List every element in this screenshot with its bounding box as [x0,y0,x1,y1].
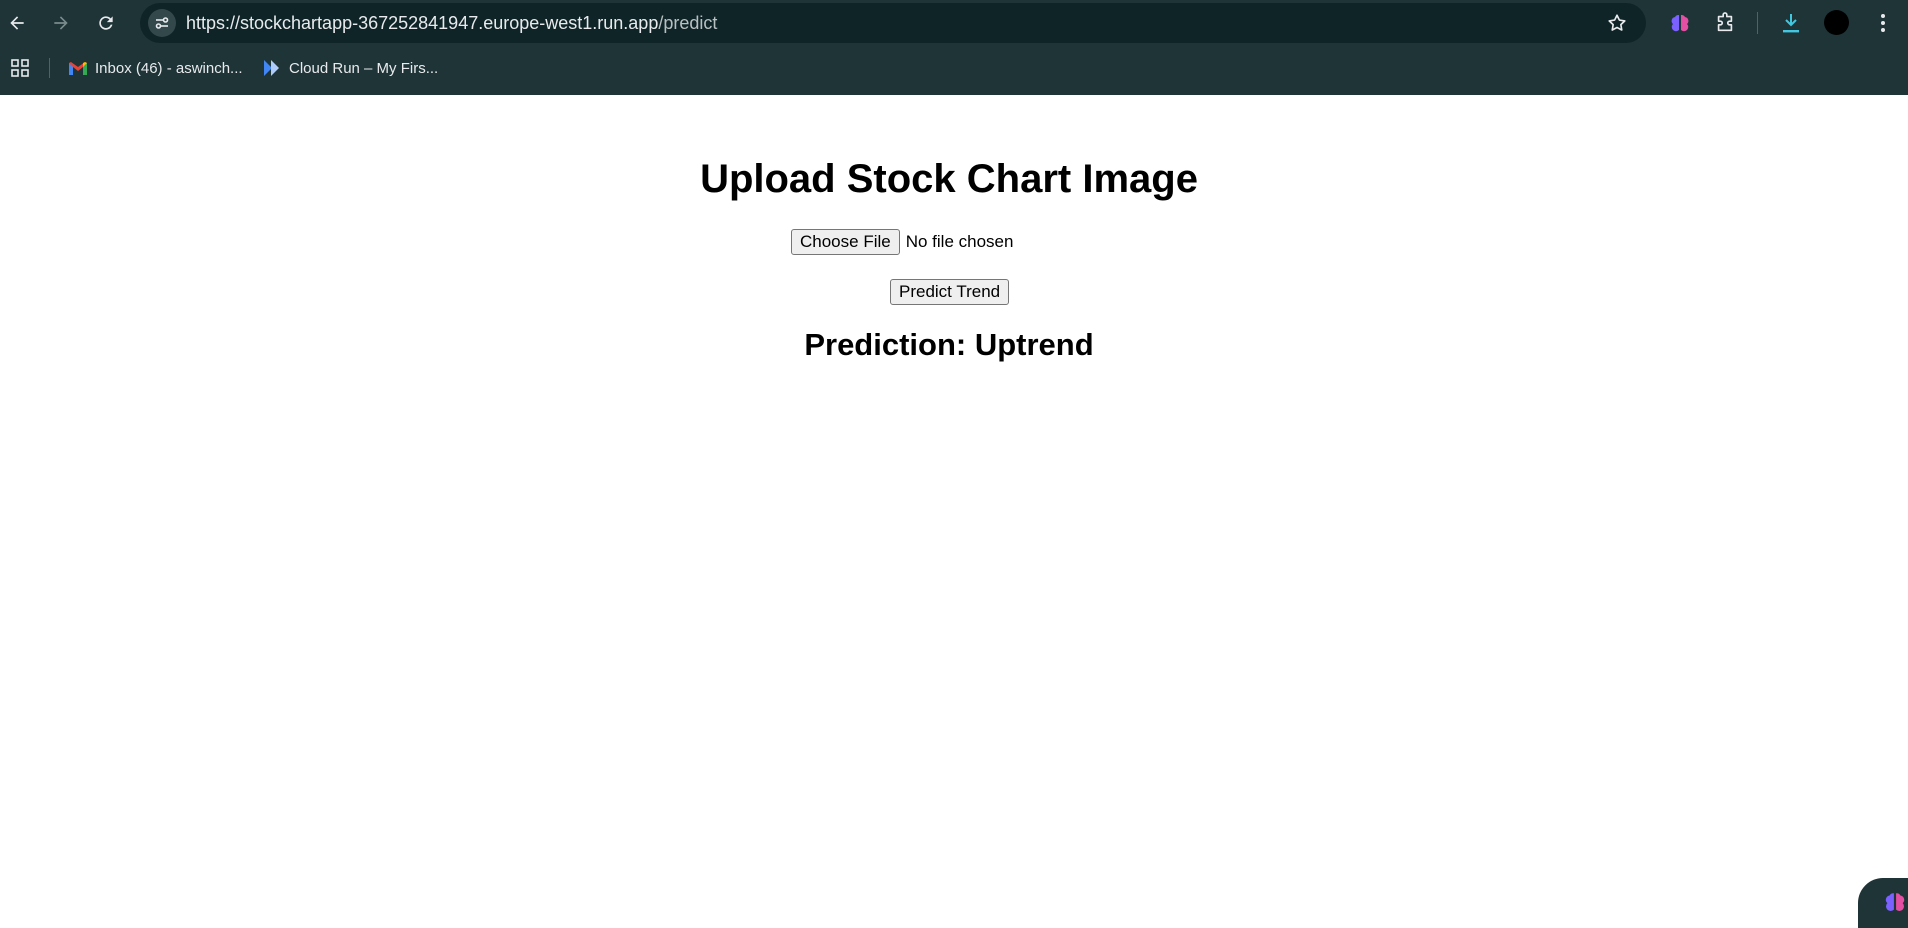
extensions-icon [1717,12,1733,32]
page-title: Upload Stock Chart Image [700,157,1198,201]
bookmarks-divider [49,58,50,78]
browser-toolbar: https://stockchartapp-367252841947.europ… [0,0,1908,95]
cloud-run-icon [264,60,279,76]
profile-avatar[interactable] [1824,10,1849,35]
file-input[interactable]: Choose File No file chosen [791,229,1013,255]
bookmark-label: Cloud Run – My Firs... [289,59,439,77]
download-icon [1783,14,1799,33]
choose-file-button[interactable]: Choose File [791,229,900,255]
downloads-button[interactable] [1776,8,1806,38]
menu-button[interactable] [1868,8,1898,38]
url-host: https://stockchartapp-367252841947.europ… [186,13,659,33]
toolbar-divider [1757,12,1758,34]
reload-button[interactable] [90,7,122,39]
bookmarks-bar: Inbox (46) - aswinch... Cloud Run – My F… [0,50,1908,86]
brain-extension-icon [1671,14,1689,32]
predict-trend-button[interactable]: Predict Trend [890,279,1010,305]
extensions-button[interactable] [1710,8,1740,38]
apps-icon[interactable] [10,58,30,78]
brain-extension-button[interactable] [1665,8,1695,38]
site-info-button[interactable] [148,9,176,37]
file-status-text: No file chosen [905,232,1014,251]
back-icon [10,16,24,30]
brain-extension-icon [1885,893,1905,911]
bookmark-label: Inbox (46) - aswinch... [95,59,243,77]
site-info-icon [155,17,169,29]
url-text[interactable]: https://stockchartapp-367252841947.europ… [186,3,717,43]
prediction-result: Prediction: Uptrend [804,327,1094,362]
floating-extension-widget[interactable] [1858,878,1908,928]
url-path: /predict [658,13,718,33]
forward-button[interactable] [45,7,77,39]
bookmark-cloud-run[interactable]: Cloud Run – My Firs... [262,53,438,83]
star-icon[interactable] [1606,12,1628,34]
gmail-icon [69,61,87,75]
menu-icon [1881,14,1885,32]
address-bar[interactable]: https://stockchartapp-367252841947.europ… [140,3,1646,43]
page-content: Upload Stock Chart Image Choose File No … [0,95,1908,912]
reload-icon [99,16,113,30]
forward-icon [54,16,68,30]
bookmark-gmail[interactable]: Inbox (46) - aswinch... [68,53,243,83]
back-button[interactable] [1,7,33,39]
